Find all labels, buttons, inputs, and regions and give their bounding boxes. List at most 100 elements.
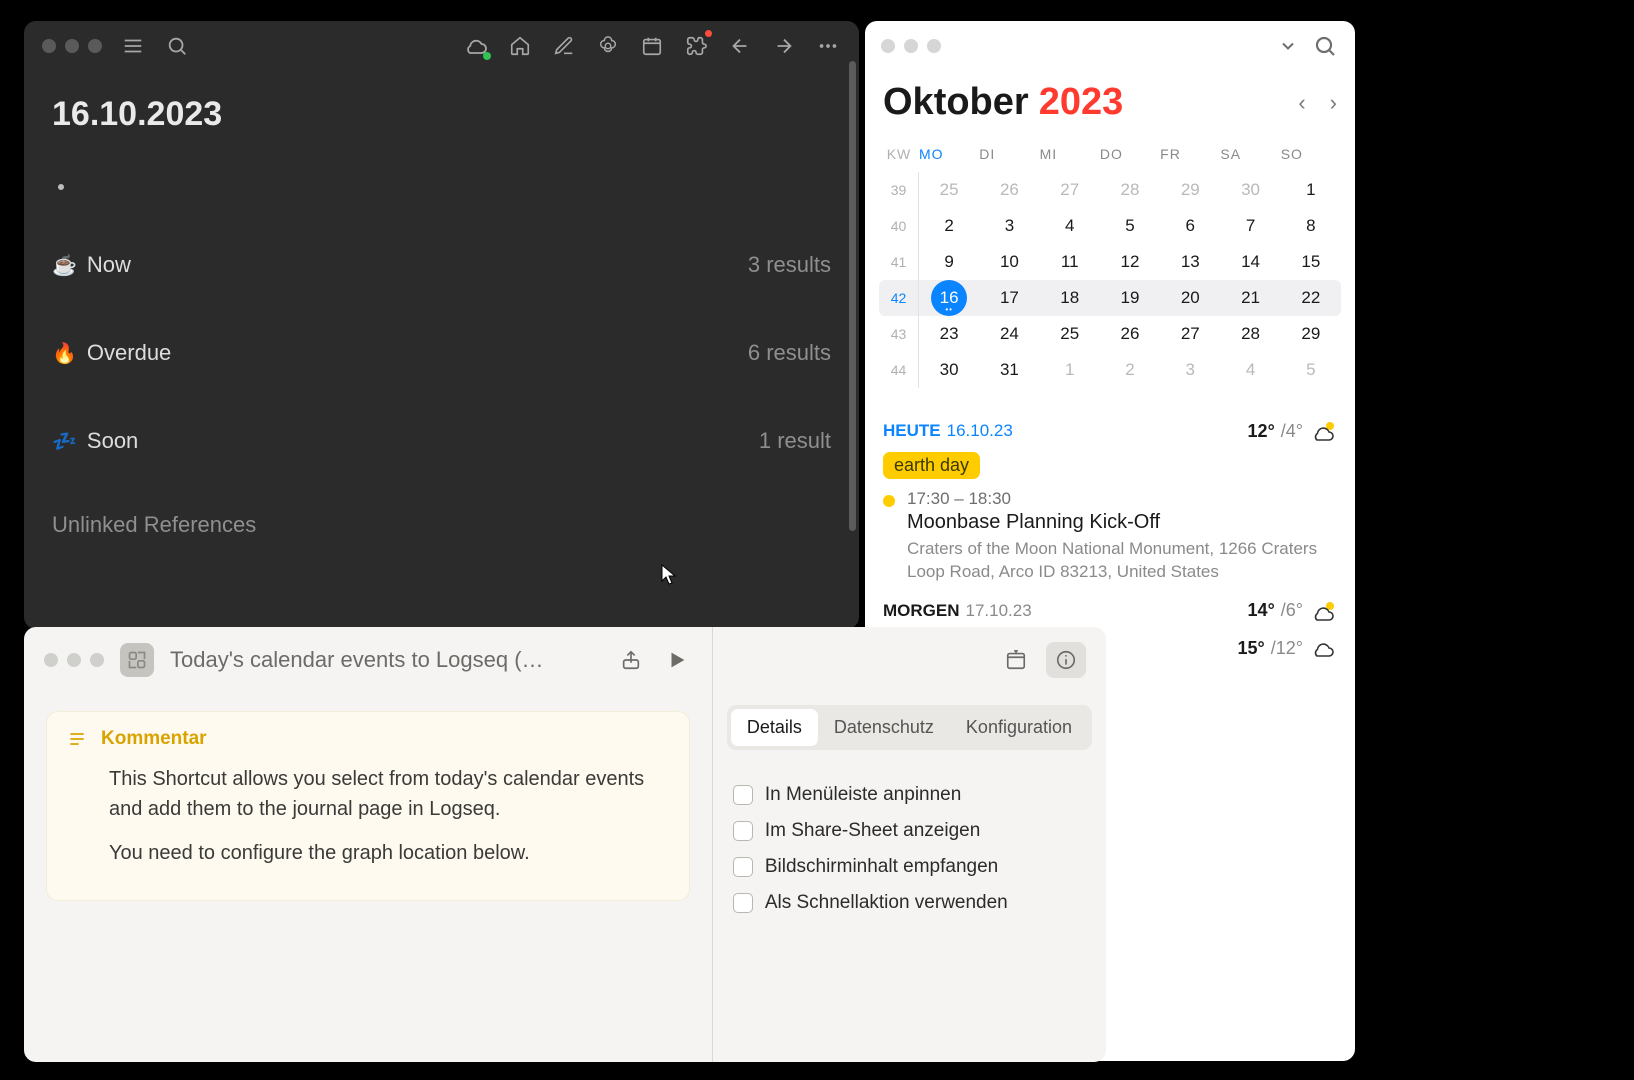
forward-icon[interactable]	[771, 33, 797, 59]
tab-privacy[interactable]: Datenschutz	[818, 709, 950, 746]
weather-today: 12°/4°	[1248, 420, 1337, 442]
maximize-icon[interactable]	[88, 39, 102, 53]
chevron-down-icon[interactable]	[1274, 32, 1302, 60]
minimize-icon[interactable]	[904, 39, 918, 53]
calendar-day[interactable]: 17	[979, 288, 1039, 308]
next-month-icon[interactable]: ›	[1330, 90, 1337, 116]
calendar-day[interactable]: 30	[919, 360, 979, 380]
sync-cloud-icon[interactable]	[463, 33, 489, 59]
maximize-icon[interactable]	[90, 653, 104, 667]
calendar-day[interactable]: 1	[1281, 180, 1341, 200]
calendar-day[interactable]: 14	[1220, 252, 1280, 272]
calendar-day[interactable]: 28	[1220, 324, 1280, 344]
more-icon[interactable]	[815, 33, 841, 59]
menu-icon[interactable]	[120, 33, 146, 59]
calendar-day[interactable]: 5	[1281, 360, 1341, 380]
unlinked-references[interactable]: Unlinked References	[52, 512, 831, 538]
maximize-icon[interactable]	[927, 39, 941, 53]
calendar-day[interactable]: 13	[1160, 252, 1220, 272]
share-icon[interactable]	[616, 645, 646, 675]
flower-icon[interactable]	[595, 33, 621, 59]
calendar-day[interactable]: 1	[1040, 360, 1100, 380]
calendar-day[interactable]: 3	[1160, 360, 1220, 380]
home-icon[interactable]	[507, 33, 533, 59]
calendar-day[interactable]: 30	[1220, 180, 1280, 200]
checkbox[interactable]	[733, 785, 753, 805]
query-section-overdue[interactable]: 🔥 Overdue 6 results	[52, 340, 831, 366]
tab-config[interactable]: Konfiguration	[950, 709, 1088, 746]
calendar-day[interactable]: 27	[1160, 324, 1220, 344]
calendar-day[interactable]: 18	[1040, 288, 1100, 308]
search-icon[interactable]	[1311, 32, 1339, 60]
calendar-day[interactable]: 21	[1220, 288, 1280, 308]
search-icon[interactable]	[164, 33, 190, 59]
option-screencontent[interactable]: Bildschirminhalt empfangen	[733, 856, 1086, 878]
calendar-day[interactable]: 26	[979, 180, 1039, 200]
calendar-day[interactable]: 25	[919, 180, 979, 200]
calendar-day[interactable]: 26	[1100, 324, 1160, 344]
minimize-icon[interactable]	[65, 39, 79, 53]
option-sharesheet[interactable]: Im Share-Sheet anzeigen	[733, 820, 1086, 842]
window-controls[interactable]	[42, 39, 102, 53]
calendar-day[interactable]: 16	[919, 280, 979, 316]
calendar-day[interactable]: 6	[1160, 216, 1220, 236]
calendar-day[interactable]: 27	[1040, 180, 1100, 200]
info-icon[interactable]	[1046, 642, 1086, 678]
minimize-icon[interactable]	[67, 653, 81, 667]
close-icon[interactable]	[881, 39, 895, 53]
checkbox[interactable]	[733, 821, 753, 841]
calendar-event[interactable]: 17:30 – 18:30 Moonbase Planning Kick-Off…	[883, 489, 1337, 584]
calendar-day[interactable]: 8	[1281, 216, 1341, 236]
calendar-day[interactable]: 20	[1160, 288, 1220, 308]
calendar-day[interactable]: 31	[979, 360, 1039, 380]
calendar-day[interactable]: 5	[1100, 216, 1160, 236]
edit-icon[interactable]	[551, 33, 577, 59]
query-section-now[interactable]: ☕ Now 3 results	[52, 252, 831, 278]
calendar-day[interactable]: 22	[1281, 288, 1341, 308]
calendar-day[interactable]: 25	[1040, 324, 1100, 344]
comment-action[interactable]: Kommentar This Shortcut allows you selec…	[46, 711, 690, 901]
library-icon[interactable]	[996, 642, 1036, 678]
calendar-day[interactable]: 12	[1100, 252, 1160, 272]
checkbox[interactable]	[733, 857, 753, 877]
calendar-day[interactable]: 28	[1100, 180, 1160, 200]
calendar-day[interactable]: 2	[919, 216, 979, 236]
window-controls[interactable]	[44, 653, 104, 667]
window-controls[interactable]	[881, 39, 941, 53]
prev-month-icon[interactable]: ‹	[1298, 90, 1305, 116]
calendar-day[interactable]: 24	[979, 324, 1039, 344]
calendar-day[interactable]: 9	[919, 252, 979, 272]
play-icon[interactable]	[662, 645, 692, 675]
allday-badge[interactable]: earth day	[883, 452, 980, 479]
calendar-day[interactable]: 7	[1220, 216, 1280, 236]
empty-bullet[interactable]	[58, 184, 64, 190]
calendar-day[interactable]: 2	[1100, 360, 1160, 380]
weekday: SO	[1281, 146, 1341, 162]
scrollbar[interactable]	[849, 61, 856, 531]
calendar-day[interactable]: 15	[1281, 252, 1341, 272]
close-icon[interactable]	[42, 39, 56, 53]
calendar-day[interactable]: 11	[1040, 252, 1100, 272]
calendar-day[interactable]: 4	[1220, 360, 1280, 380]
calendar-day[interactable]: 29	[1281, 324, 1341, 344]
comment-text: This Shortcut allows you select from tod…	[109, 764, 669, 868]
calendar-day[interactable]: 19	[1100, 288, 1160, 308]
option-menubar[interactable]: In Menüleiste anpinnen	[733, 784, 1086, 806]
tab-details[interactable]: Details	[731, 709, 818, 746]
checkbox[interactable]	[733, 893, 753, 913]
calendar-day[interactable]: 4	[1040, 216, 1100, 236]
query-section-soon[interactable]: 💤 Soon 1 result	[52, 428, 831, 454]
close-icon[interactable]	[44, 653, 58, 667]
calendar-day[interactable]: 29	[1160, 180, 1220, 200]
back-icon[interactable]	[727, 33, 753, 59]
calendar-day[interactable]: 10	[979, 252, 1039, 272]
option-quickaction[interactable]: Als Schnellaktion verwenden	[733, 892, 1086, 914]
calendar-day[interactable]: 3	[979, 216, 1039, 236]
calendar-icon[interactable]	[639, 33, 665, 59]
weather-tomorrow: 14°/6°	[1248, 600, 1337, 622]
year-label: 2023	[1039, 81, 1124, 124]
plugin-icon[interactable]	[683, 33, 709, 59]
shortcut-title[interactable]: Today's calendar events to Logseq (…	[170, 647, 600, 673]
query-label: Overdue	[87, 340, 171, 366]
calendar-day[interactable]: 23	[919, 324, 979, 344]
